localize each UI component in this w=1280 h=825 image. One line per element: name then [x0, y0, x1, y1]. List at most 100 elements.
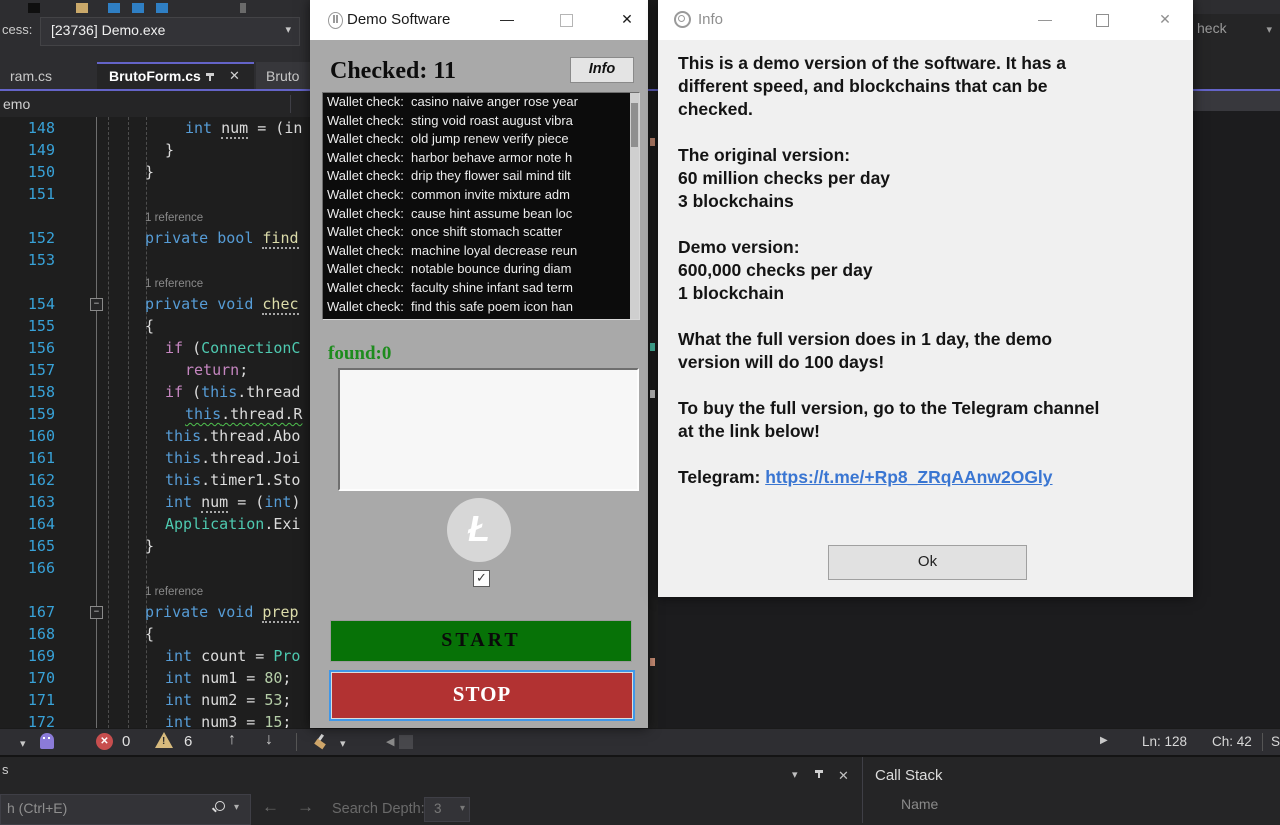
maximize-icon[interactable] [560, 14, 573, 27]
nav-forward-icon[interactable]: → [297, 797, 314, 817]
scrollbar-thumb[interactable] [399, 735, 413, 749]
code-line: 158 if (this.thread [27, 383, 301, 401]
wallet-check-row[interactable]: Wallet check: notable bounce during diam [323, 260, 639, 279]
close-icon[interactable]: ✕ [1156, 10, 1174, 28]
litecoin-icon: Ł [447, 498, 511, 562]
app-ring-icon [674, 11, 691, 28]
top-right-subpanel [1193, 91, 1280, 111]
chevron-down-icon[interactable]: ▾ [20, 737, 26, 750]
editor-sliver [648, 0, 658, 728]
toolbar-icon[interactable] [76, 3, 88, 13]
wallet-check-row[interactable]: Wallet check: harbor behave armor note h [323, 149, 639, 168]
minimize-icon[interactable]: — [498, 10, 516, 28]
line-indicator[interactable]: Ln: 128 [1142, 734, 1187, 749]
callstack-name-column[interactable]: Name [901, 796, 938, 812]
close-panel-icon[interactable]: ✕ [838, 768, 849, 784]
run-icon[interactable]: ▶ [1100, 735, 1108, 746]
code-line: 171 int num2 = 53; [27, 691, 292, 709]
arrow-down-icon[interactable]: ↓ [265, 731, 273, 749]
info-paragraph: The original version: 60 million checks … [678, 145, 891, 211]
code-line: 163 int num = (int) [27, 493, 301, 513]
telegram-line: Telegram: https://t.me/+Rp8_ZRqAAnw2OGly [678, 466, 1178, 489]
process-dropdown[interactable]: [23736] Demo.exe ▾ [40, 17, 300, 46]
feedback-icon[interactable] [40, 733, 54, 749]
wallet-check-row[interactable]: Wallet check: drip they flower sail mind… [323, 167, 639, 186]
info-text: This is a demo version of the software. … [678, 52, 1178, 512]
nav-back-icon[interactable]: ← [262, 797, 279, 817]
code-line: 164 Application.Exi [27, 515, 301, 533]
search-depth-dropdown[interactable]: 3 ▾ [424, 797, 470, 822]
code-line: 168{ [27, 625, 155, 643]
telegram-label: Telegram: [678, 467, 766, 487]
wallet-check-row[interactable]: Wallet check: once shift stomach scatter [323, 223, 639, 242]
bottom-tool-windows: s h (Ctrl+E) ▾ ← → Search Depth: 3 ▾ ▾ ✕… [0, 755, 1280, 825]
wallet-check-row[interactable]: Wallet check: cause hint assume bean loc [323, 205, 639, 224]
listbox-scrollbar[interactable] [630, 93, 639, 319]
wallet-check-row[interactable]: Wallet check: find this safe poem icon h… [323, 298, 639, 317]
warning-icon[interactable]: ! [155, 732, 173, 748]
stop-button[interactable]: STOP [329, 670, 635, 721]
litecoin-checkbox[interactable]: ✓ [473, 570, 490, 587]
tab-brutoform-cs[interactable]: BrutoForm.cs ✕ [97, 62, 254, 91]
wallet-check-row[interactable]: Wallet check: machine loyal decrease reu… [323, 242, 639, 261]
code-editor[interactable]: 148 int num = (in 149} 150} 151 1 reference 15… [0, 117, 310, 728]
window-position-icon[interactable]: ▾ [792, 768, 798, 781]
arrow-up-icon[interactable]: ↑ [228, 731, 236, 749]
format-broom-icon[interactable] [314, 733, 326, 750]
demo-window-body: Checked: 11 Info Wallet check: casino na… [310, 40, 648, 728]
chevron-down-icon[interactable]: ▾ [234, 802, 239, 813]
start-button[interactable]: START [330, 620, 632, 662]
code-line: 167− private void prep [27, 603, 299, 623]
toolbar-icon[interactable] [132, 3, 144, 13]
code-fragment [650, 343, 655, 351]
code-line: 160 this.thread.Abo [27, 427, 301, 445]
breadcrumb-item[interactable]: emo [3, 96, 30, 112]
demo-title-bar[interactable]: Demo Software — ✕ [310, 0, 648, 40]
found-results-box[interactable] [338, 368, 639, 491]
info-button[interactable]: Info [570, 57, 634, 83]
tab-program-cs[interactable]: ram.cs [0, 62, 97, 91]
top-right-panel: heck ▾ [1193, 0, 1280, 89]
toolbar-icon[interactable] [156, 3, 168, 13]
close-icon[interactable]: ✕ [618, 10, 636, 28]
stop-button-label: STOP [331, 672, 633, 719]
search-input[interactable]: h (Ctrl+E) ▾ [0, 794, 251, 825]
scroll-left-icon[interactable]: ◀ [386, 735, 394, 748]
status-bar: ▾ ✕ 0 ! 6 ↑ ↓ ▾ ◀ ▶ Ln: 128 Ch: 42 S [0, 728, 1280, 756]
toolbar-icon[interactable] [28, 3, 40, 13]
ok-button[interactable]: Ok [828, 545, 1027, 580]
callstack-panel-title: Call Stack [875, 767, 943, 784]
code-line: 157 return; [27, 361, 249, 379]
wallet-check-row[interactable]: Wallet check: sting void roast august vi… [323, 112, 639, 131]
warning-count[interactable]: 6 [184, 733, 192, 750]
wallet-check-listbox[interactable]: Wallet check: casino naive anger rose ye… [322, 92, 640, 320]
code-line: 169 int count = Pro [27, 647, 301, 665]
code-line: 148 int num = (in [27, 119, 303, 139]
info-window-body: This is a demo version of the software. … [658, 40, 1193, 597]
search-value: h (Ctrl+E) [7, 800, 68, 816]
toolbar-icon[interactable] [240, 3, 246, 13]
maximize-icon[interactable] [1096, 14, 1109, 27]
pin-icon[interactable] [815, 770, 823, 778]
code-line: 1 reference [145, 212, 204, 224]
wallet-check-row[interactable]: Wallet check: old jump renew verify piec… [323, 130, 639, 149]
pin-icon[interactable] [206, 73, 214, 81]
code-line: 152 private bool find [27, 229, 299, 249]
demo-software-window: Demo Software — ✕ Checked: 11 Info Walle… [310, 0, 648, 728]
wallet-check-row[interactable]: Wallet check: casino naive anger rose ye… [323, 93, 639, 112]
toolbar-icon[interactable] [108, 3, 120, 13]
error-count[interactable]: 0 [122, 733, 130, 750]
column-indicator[interactable]: Ch: 42 [1212, 734, 1252, 749]
minimize-icon[interactable]: — [1036, 10, 1054, 28]
window-title: Info [698, 11, 724, 28]
error-icon[interactable]: ✕ [96, 733, 113, 750]
telegram-link[interactable]: https://t.me/+Rp8_ZRqAAnw2OGly [765, 467, 1052, 487]
chevron-down-icon[interactable]: ▾ [340, 737, 346, 750]
top-right-dropdown[interactable]: heck [1197, 20, 1227, 36]
close-tab-icon[interactable]: ✕ [229, 68, 240, 84]
info-title-bar[interactable]: Info — ✕ [658, 0, 1193, 40]
search-depth-label: Search Depth: [332, 801, 425, 817]
wallet-check-row[interactable]: Wallet check: faculty shine infant sad t… [323, 279, 639, 298]
info-paragraph: To buy the full version, go to the Teleg… [678, 398, 1100, 441]
wallet-check-row[interactable]: Wallet check: common invite mixture adm [323, 186, 639, 205]
